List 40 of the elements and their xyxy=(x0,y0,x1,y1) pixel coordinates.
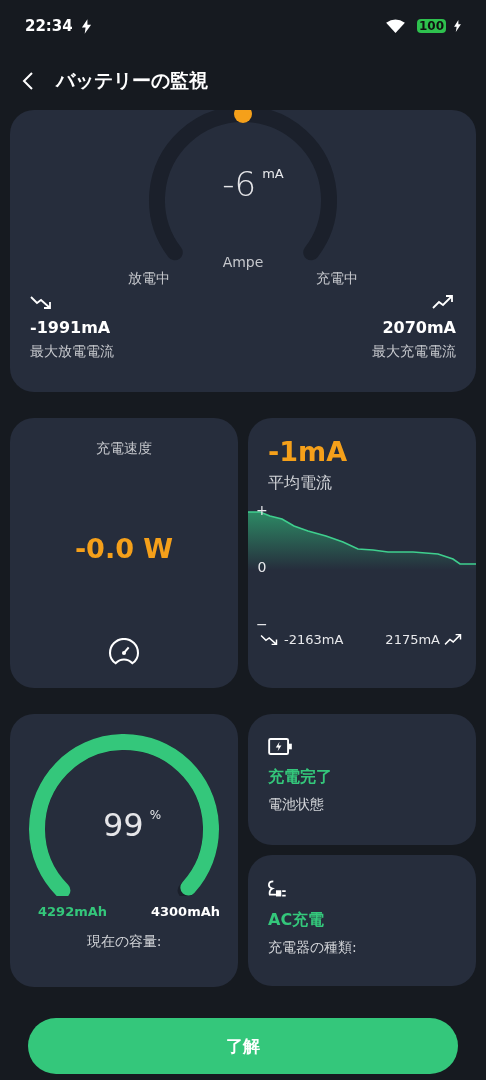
wifi-icon xyxy=(385,18,405,34)
ok-button[interactable]: 了解 xyxy=(28,1018,458,1074)
current-capacity: 4292mAh xyxy=(38,904,108,919)
axis-label: − xyxy=(256,616,268,632)
trend-down-icon xyxy=(30,294,54,310)
ampere-label: Ampe xyxy=(222,254,264,270)
percent-unit: % xyxy=(149,808,162,824)
discharging-label: 放電中 xyxy=(128,270,170,288)
page-title: バッテリーの監視 xyxy=(56,68,208,93)
bolt-icon xyxy=(80,18,92,34)
max-discharge-value: -1991mA xyxy=(30,318,111,337)
trend-up-icon xyxy=(432,294,456,310)
max-charge-label: 最大充電電流 xyxy=(372,343,456,361)
info-label: 電池状態 xyxy=(268,796,324,814)
charging-icon xyxy=(454,20,461,32)
info-value: 充電完了 xyxy=(268,767,332,788)
speedometer-icon xyxy=(108,638,140,666)
info-value: AC充電 xyxy=(268,910,325,931)
average-label: 平均電流 xyxy=(267,473,333,494)
max-charge-value: 2070mA xyxy=(382,318,456,337)
battery-level: 100 xyxy=(416,19,446,33)
max-discharge-label: 最大放電電流 xyxy=(30,343,114,361)
charging-label: 充電中 xyxy=(316,270,358,288)
current-value: -6 xyxy=(222,164,257,204)
current-unit: mA xyxy=(262,166,284,181)
info-label: 充電器の種類: xyxy=(268,939,357,957)
capacity-label: 現在の容量: xyxy=(86,933,162,951)
min-current-value: -2163mA xyxy=(284,632,344,647)
axis-label: 0 xyxy=(257,559,267,575)
max-current-value: 2175mA xyxy=(385,632,440,647)
power-value: -0.0 W xyxy=(74,532,174,564)
back-icon[interactable] xyxy=(22,71,34,91)
capacity-percent: 99 xyxy=(102,806,144,844)
power-label: 充電速度 xyxy=(96,440,152,458)
battery-charging-icon xyxy=(268,738,293,755)
trend-up-icon xyxy=(444,633,464,646)
trend-down-icon xyxy=(260,633,280,646)
status-time: 22:34 xyxy=(25,17,73,35)
total-capacity: 4300mAh xyxy=(150,904,220,919)
average-value: -1mA xyxy=(267,436,349,467)
